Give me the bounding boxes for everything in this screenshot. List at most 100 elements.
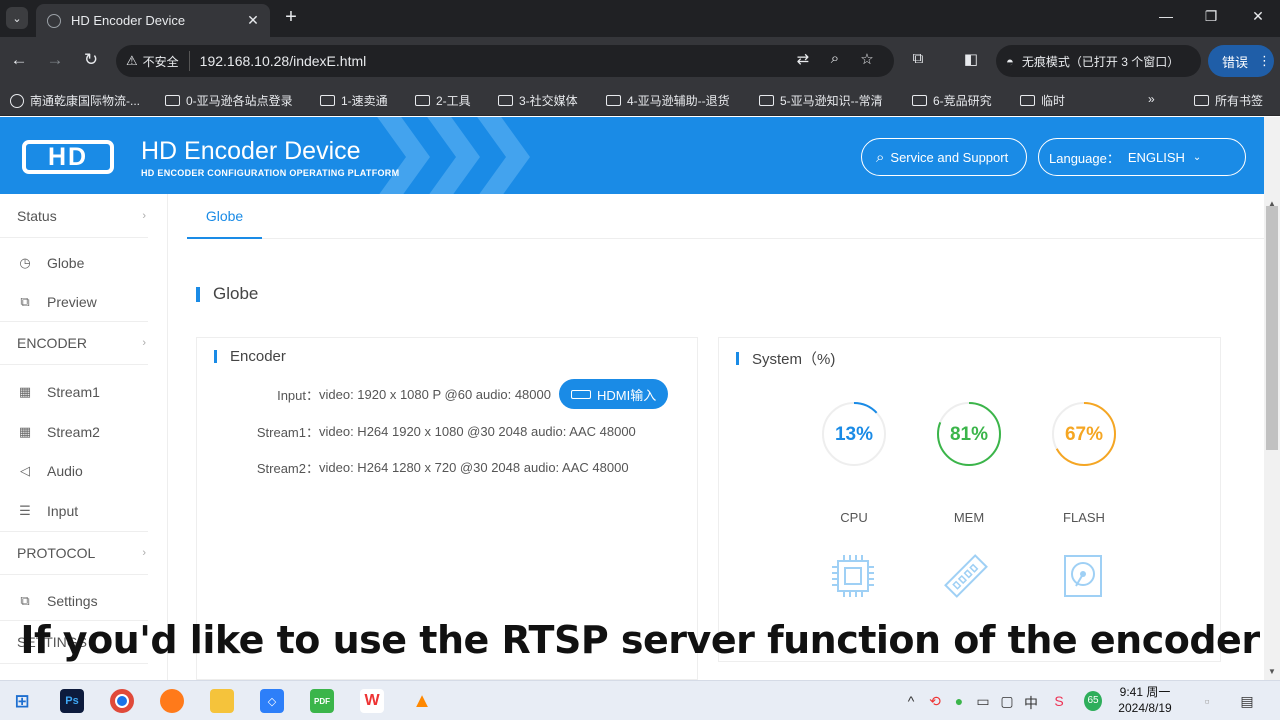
app-subtitle: HD ENCODER CONFIGURATION OPERATING PLATF…	[141, 168, 400, 178]
globe-icon	[47, 13, 61, 28]
sidebar-section-protocol[interactable]: PROTOCOL ›	[0, 531, 148, 575]
bookmark-folder[interactable]: 6-竞品研究	[912, 92, 992, 109]
more-bookmarks-icon[interactable]: »	[1148, 92, 1155, 106]
firefox-icon[interactable]	[160, 689, 184, 713]
cpu-value: 13%	[835, 424, 873, 445]
folder-icon	[165, 95, 180, 106]
photoshop-icon[interactable]: Ps	[60, 689, 84, 713]
sidebar-item-stream1[interactable]: ▦ Stream1	[0, 374, 148, 410]
app-title: HD Encoder Device	[141, 137, 361, 165]
mem-gauge: 81%	[937, 402, 1001, 466]
bookmark-star-icon[interactable]: ☆	[856, 50, 878, 68]
chevron-right-icon: ›	[142, 209, 146, 222]
hdmi-input-badge[interactable]: HDMI输入	[558, 379, 669, 409]
settings-icon: ⧉	[20, 593, 30, 608]
all-bookmarks-folder[interactable]: 所有书签	[1194, 92, 1263, 109]
extensions-icon[interactable]: ⧉	[907, 50, 929, 67]
tray-app-icon[interactable]: ●	[950, 693, 968, 709]
back-button[interactable]: ←	[7, 49, 31, 73]
clock[interactable]: 9:41 周一 2024/8/19	[1110, 684, 1180, 716]
tab-search-dropdown-icon[interactable]: ⌄	[6, 7, 28, 29]
bookmark-folder[interactable]: 5-亚马逊知识--常清	[759, 92, 883, 109]
bookmark-folder[interactable]: 临时	[1020, 92, 1065, 109]
tray-badge-icon[interactable]: 65	[1084, 691, 1102, 711]
url-text[interactable]: 192.168.10.28/indexE.html	[200, 53, 367, 69]
mem-value: 81%	[950, 424, 988, 445]
chrome-icon[interactable]	[110, 689, 134, 713]
page-scrollbar[interactable]: ▲ ▼	[1264, 117, 1280, 680]
address-bar[interactable]: ⚠ 不安全 192.168.10.28/indexE.html ⇄ ⌕ ☆	[116, 45, 894, 77]
sidebar-section-encoder[interactable]: ENCODER ›	[0, 321, 148, 365]
show-desktop-icon[interactable]: ▫	[1198, 693, 1216, 709]
sidebar-item-input[interactable]: ☰ Input	[0, 493, 148, 529]
translate-icon[interactable]: ⇄	[792, 50, 814, 68]
bookmark-folder[interactable]: 3-社交媒体	[498, 92, 578, 109]
row-value: video: H264 1280 x 720 @30 2048 audio: A…	[319, 460, 629, 475]
notification-icon[interactable]: ▤	[1238, 693, 1256, 710]
title-marker	[736, 352, 739, 365]
sidebar-item-settings[interactable]: ⧉ Settings	[0, 583, 148, 619]
bookmark-item[interactable]: 南通乾康国际物流-...	[10, 92, 140, 109]
folder-icon	[1020, 95, 1035, 106]
zoom-icon[interactable]: ⌕	[824, 50, 846, 67]
sidebar-item-stream2[interactable]: ▦ Stream2	[0, 414, 148, 450]
hd-logo: HD	[22, 140, 114, 174]
bookmark-folder[interactable]: 0-亚马逊各站点登录	[165, 92, 293, 109]
sidebar-item-globe[interactable]: ◷ Globe	[0, 245, 148, 281]
service-support-button[interactable]: ⌕ Service and Support	[861, 138, 1027, 176]
vlc-icon[interactable]: ▲	[410, 689, 434, 713]
close-window-button[interactable]: ✕	[1248, 8, 1268, 25]
language-select[interactable]: Language： ENGLISH ⌄	[1038, 138, 1246, 176]
minimize-button[interactable]: —	[1156, 8, 1176, 24]
chevron-right-icon: ›	[142, 547, 146, 559]
tab-globe[interactable]: Globe	[187, 194, 262, 239]
tray-app-icon[interactable]: S	[1050, 693, 1068, 709]
scroll-down-icon[interactable]: ▼	[1267, 667, 1277, 676]
folder-icon	[759, 95, 774, 106]
input-method-indicator[interactable]: 中	[1022, 693, 1040, 713]
title-marker	[214, 350, 217, 363]
close-tab-icon[interactable]: ✕	[242, 12, 264, 29]
windows-start-icon[interactable]: ⊞	[10, 689, 34, 713]
side-panel-icon[interactable]: ◧	[960, 50, 982, 68]
sidebar-section-status[interactable]: Status ›	[0, 194, 148, 238]
bookmarks-bar: 南通乾康国际物流-... 0-亚马逊各站点登录 1-速卖通 2-工具 3-社交媒…	[0, 84, 1280, 116]
main-content: Globe Globe Encoder Input： video: 1920 x…	[169, 194, 1264, 680]
reload-button[interactable]: ↻	[79, 49, 103, 73]
row-label: Stream1：	[256, 425, 319, 440]
new-tab-button[interactable]: +	[280, 6, 302, 30]
speaker-icon: ◁	[20, 463, 30, 478]
pdf-icon[interactable]: PDF	[310, 689, 334, 713]
preview-icon: ⧉	[20, 294, 30, 309]
browser-toolbar: ← → ↻ ⚠ 不安全 192.168.10.28/indexE.html ⇄ …	[0, 37, 1280, 84]
browser-tab[interactable]: HD Encoder Device ✕	[36, 4, 270, 37]
battery-icon[interactable]: ▭	[974, 693, 992, 710]
scroll-thumb[interactable]	[1266, 206, 1278, 450]
clock-date: 2024/8/19	[1118, 701, 1172, 715]
tray-expand-icon[interactable]: ^	[902, 693, 920, 709]
bookmark-folder[interactable]: 4-亚马逊辅助--退货	[606, 92, 730, 109]
cpu-gauge: 13%	[822, 402, 886, 466]
more-menu-icon[interactable]: ⋮	[1258, 53, 1271, 69]
incognito-indicator[interactable]: ◓ 无痕模式（已打开 3 个窗口）	[996, 45, 1201, 77]
app-icon[interactable]: ◇	[260, 689, 284, 713]
wps-icon[interactable]: W	[360, 689, 384, 713]
section-title: Globe	[196, 284, 258, 304]
grid-icon: ▦	[18, 384, 32, 399]
bookmark-folder[interactable]: 2-工具	[415, 92, 471, 109]
hard-disk-icon	[1064, 555, 1102, 597]
site-info-button[interactable]: ⚠ 不安全	[126, 51, 190, 71]
bookmark-folder[interactable]: 1-速卖通	[320, 92, 388, 109]
file-explorer-icon[interactable]	[210, 689, 234, 713]
network-icon[interactable]: ▢	[998, 693, 1016, 710]
header-decoration	[420, 117, 480, 194]
forward-button[interactable]: →	[43, 49, 67, 73]
sidebar-item-audio[interactable]: ◁ Audio	[0, 453, 148, 489]
sidebar-item-preview[interactable]: ⧉ Preview	[0, 284, 148, 320]
list-icon: ☰	[19, 503, 31, 518]
globe-icon	[10, 93, 24, 108]
error-button[interactable]: 错误 ⋮	[1208, 45, 1274, 77]
system-panel-title: System（%)	[736, 348, 835, 369]
restore-button[interactable]: ❐	[1201, 8, 1221, 25]
tray-app-icon[interactable]: ⟲	[926, 693, 944, 710]
